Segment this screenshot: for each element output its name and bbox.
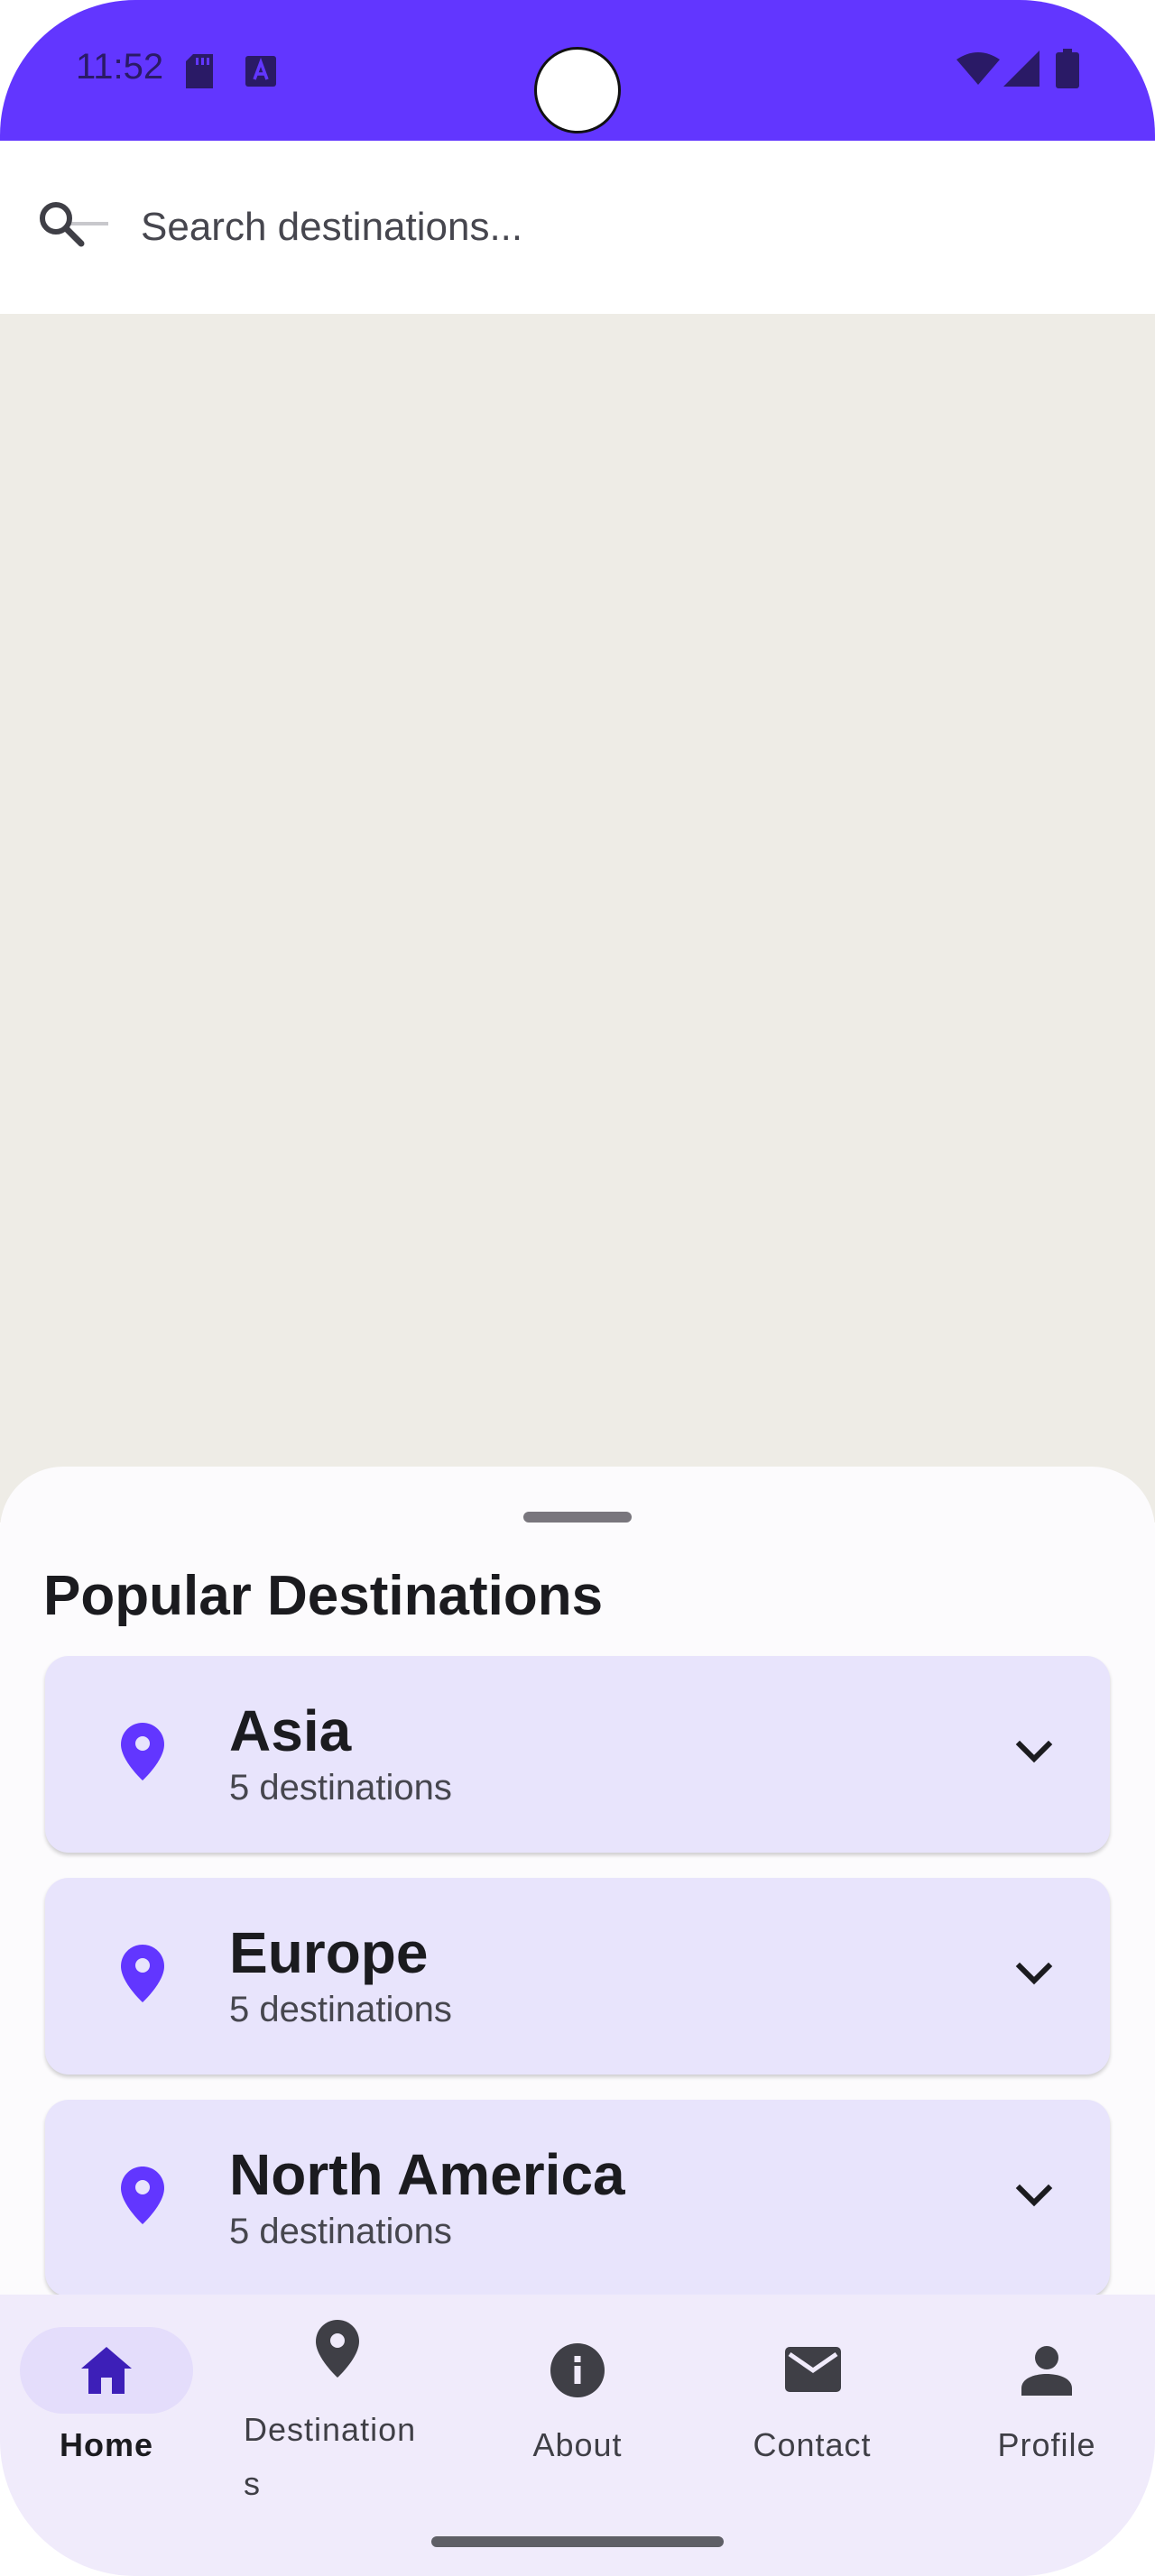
mail-icon [785, 2347, 841, 2397]
drag-handle[interactable] [523, 1512, 632, 1523]
nav-label: Home [59, 2426, 154, 2463]
region-name: North America [229, 2142, 625, 2207]
region-count: 5 destinations [229, 2212, 452, 2251]
location-pin-icon [121, 1945, 164, 2002]
app-screen: 11:52 Search destinations... Popular Des… [0, 0, 1155, 2576]
sd-card-icon [186, 54, 213, 93]
sheet-title: Popular Destinations [43, 1565, 604, 1627]
signal-icon [1003, 51, 1040, 91]
region-card-asia[interactable]: Asia 5 destinations [45, 1656, 1110, 1853]
search-bar [0, 141, 1155, 314]
search-icon[interactable] [36, 198, 112, 256]
region-count: 5 destinations [229, 1768, 452, 1808]
info-icon [550, 2343, 605, 2402]
chevron-down-icon[interactable] [1012, 1959, 1056, 1992]
region-card-europe[interactable]: Europe 5 destinations [45, 1878, 1110, 2075]
location-pin-icon [316, 2320, 359, 2382]
home-icon [81, 2347, 132, 2398]
location-pin-icon [121, 2167, 164, 2224]
chevron-down-icon[interactable] [1012, 1737, 1056, 1770]
map-view[interactable] [0, 314, 1155, 1523]
nav-item-home[interactable]: Home [0, 2295, 213, 2547]
bottom-navigation: Home Destination s About Contact Profile [0, 2295, 1155, 2576]
status-time: 11:52 [76, 47, 164, 87]
nav-label: Contact [753, 2426, 872, 2463]
search-input[interactable] [141, 197, 1115, 258]
chevron-down-icon[interactable] [1012, 2181, 1056, 2213]
battery-icon [1056, 49, 1079, 93]
front-camera [534, 47, 621, 133]
nav-label: About [532, 2426, 623, 2463]
nav-label: Destination s [244, 2403, 416, 2511]
nav-item-profile[interactable]: Profile [938, 2295, 1155, 2547]
status-bar: 11:52 [0, 0, 1155, 141]
nav-label-line-2: s [244, 2465, 261, 2502]
nav-item-destinations[interactable]: Destination s [227, 2295, 444, 2547]
location-pin-icon [121, 1723, 164, 1780]
region-name: Europe [229, 1920, 429, 1985]
region-card-north-america[interactable]: North America 5 destinations [45, 2100, 1110, 2296]
region-count: 5 destinations [229, 1990, 452, 2029]
region-name: Asia [229, 1698, 352, 1763]
wifi-icon [956, 52, 1000, 89]
nav-item-about[interactable]: About [469, 2295, 686, 2547]
nav-label-line-1: Destination [244, 2411, 417, 2448]
gesture-home-indicator[interactable] [431, 2536, 724, 2547]
destinations-bottom-sheet: Popular Destinations Asia 5 destinations [0, 1467, 1155, 2369]
nav-item-contact[interactable]: Contact [704, 2295, 920, 2547]
nav-label: Profile [997, 2426, 1096, 2463]
keyboard-a-icon [245, 56, 276, 91]
person-icon [1021, 2345, 1072, 2400]
